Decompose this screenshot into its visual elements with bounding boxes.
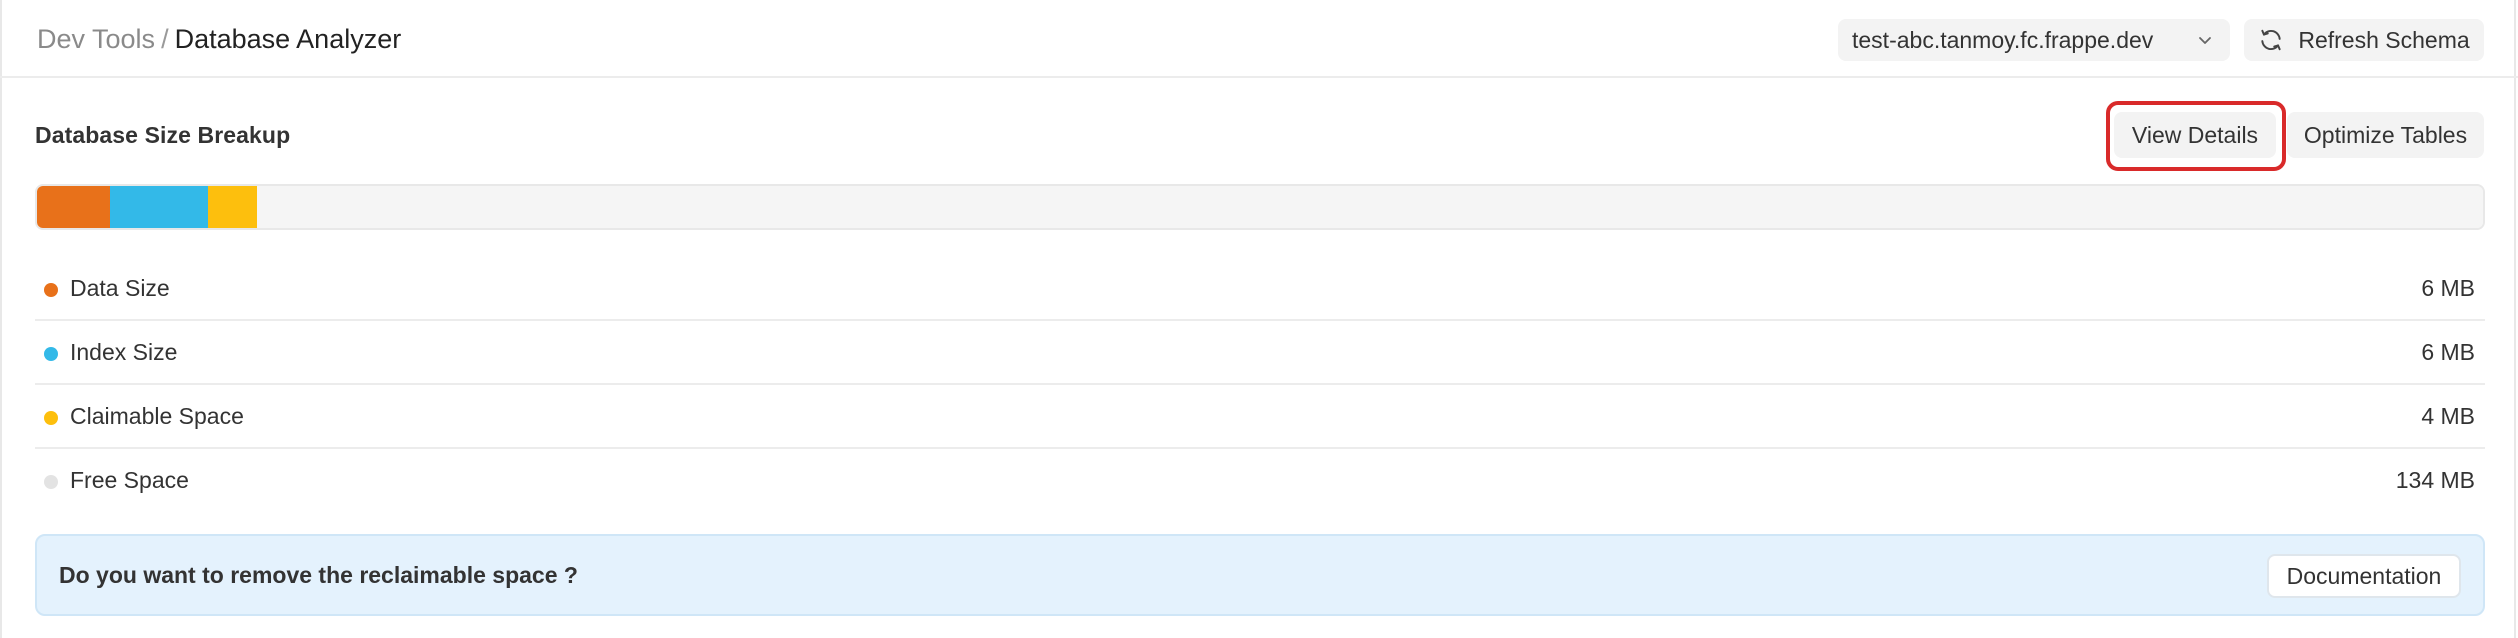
page-header: Dev Tools / Database Analyzer test-abc.tan… <box>0 0 2518 78</box>
legend-dot-claimable-space <box>44 411 58 425</box>
legend-label: Data Size <box>70 275 170 301</box>
site-selector-value: test-abc.tanmoy.fc.frappe.dev <box>1852 26 2154 53</box>
legend-value: 6 MB <box>2421 339 2475 365</box>
refresh-icon <box>2261 29 2281 51</box>
legend-value: 134 MB <box>2395 467 2475 493</box>
refresh-schema-button[interactable]: Refresh Schema <box>2244 19 2484 61</box>
optimize-tables-button[interactable]: Optimize Tables <box>2287 112 2484 158</box>
view-details-label: View Details <box>2131 121 2259 148</box>
banner-text: Do you want to remove the reclaimable sp… <box>59 562 578 588</box>
database-size-bar <box>35 184 2485 230</box>
size-bar-segment-data-size <box>37 186 111 228</box>
section-title: Database Size Breakup <box>35 122 291 148</box>
legend-value: 4 MB <box>2421 403 2475 429</box>
chevron-down-icon <box>2199 37 2211 44</box>
legend-dot-data-size <box>44 283 58 297</box>
legend-dot-index-size <box>44 347 58 361</box>
view-details-button[interactable]: View Details <box>2114 112 2276 158</box>
refresh-schema-label: Refresh Schema <box>2298 26 2470 53</box>
breadcrumb-parent[interactable]: Dev Tools <box>37 24 155 54</box>
legend-label: Index Size <box>70 339 178 365</box>
breadcrumb: Dev Tools / Database Analyzer <box>37 22 401 56</box>
legend-label: Free Space <box>70 467 189 493</box>
legend-row-free-space: Free Space 134 MB <box>35 449 2485 513</box>
legend-label: Claimable Space <box>70 403 244 429</box>
size-bar-segment-claimable-space <box>208 186 258 228</box>
reclaim-space-banner: Do you want to remove the reclaimable sp… <box>35 534 2485 616</box>
breadcrumb-separator: / <box>161 24 169 54</box>
size-bar-segment-free-space <box>257 186 2483 228</box>
documentation-label: Documentation <box>2286 562 2442 589</box>
legend-value: 6 MB <box>2421 275 2475 301</box>
optimize-tables-label: Optimize Tables <box>2303 121 2468 148</box>
site-selector[interactable]: test-abc.tanmoy.fc.frappe.dev <box>1838 19 2230 61</box>
legend-row-data-size: Data Size 6 MB <box>35 257 2485 321</box>
documentation-button[interactable]: Documentation <box>2267 554 2461 598</box>
legend-dot-free-space <box>44 475 58 489</box>
size-legend: Data Size 6 MB Index Size 6 MB Claimable… <box>35 257 2485 513</box>
legend-row-claimable-space: Claimable Space 4 MB <box>35 385 2485 449</box>
page-title: Database Analyzer <box>174 24 402 54</box>
size-bar-segment-index-size <box>110 186 209 228</box>
legend-row-index-size: Index Size 6 MB <box>35 321 2485 385</box>
